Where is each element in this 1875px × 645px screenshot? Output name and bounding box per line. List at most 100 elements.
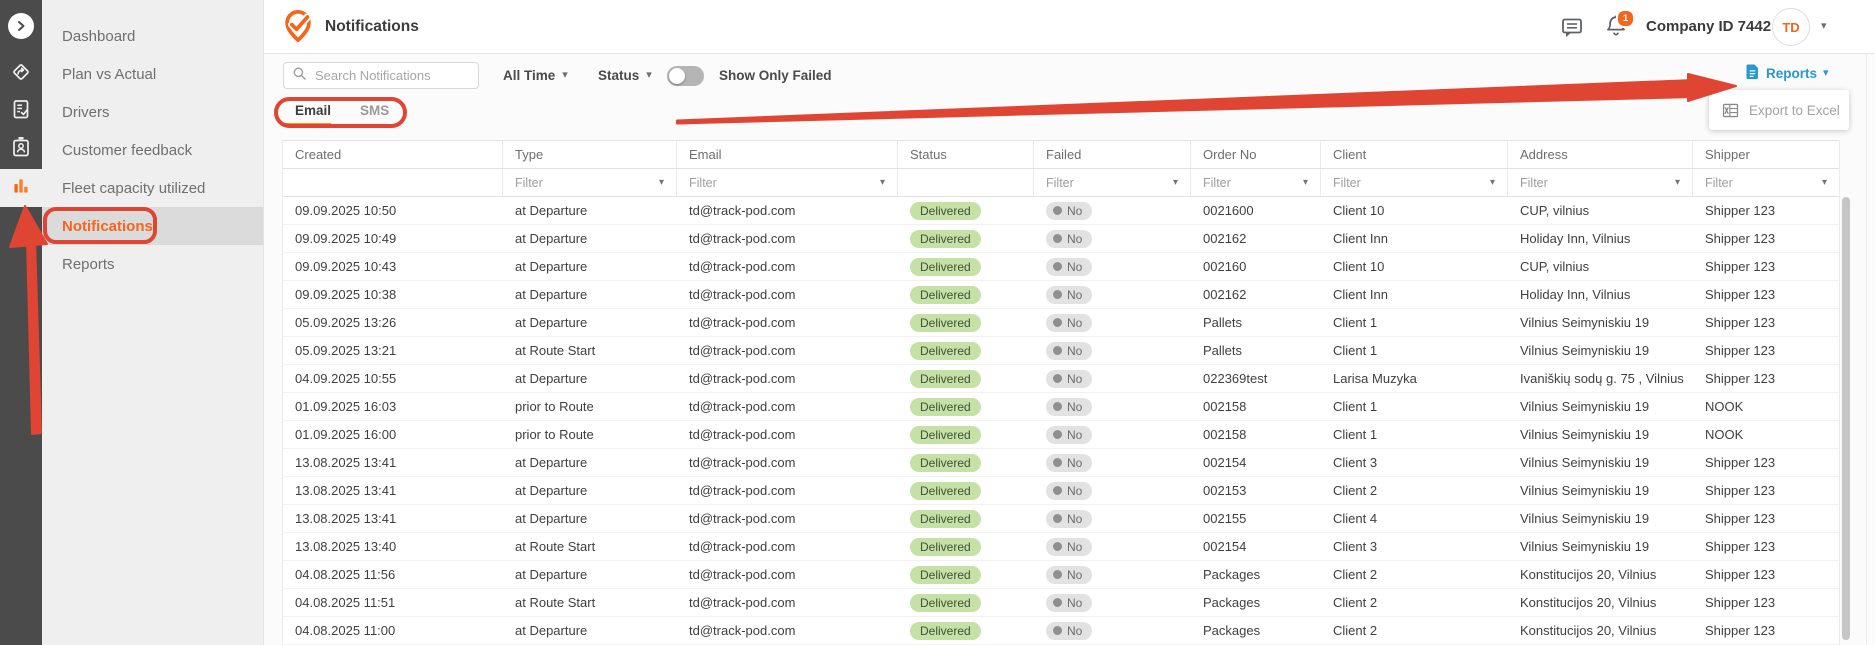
table-row[interactable]: 05.09.2025 13:26 at Departure td@track-p…	[283, 309, 1839, 337]
status-badge: Delivered	[910, 509, 981, 528]
table-row[interactable]: 09.09.2025 10:49 at Departure td@track-p…	[283, 225, 1839, 253]
column-filter: ▾	[283, 169, 503, 196]
notifications-page: Dashboard Plan vs Actual Drivers Custome…	[0, 0, 1875, 645]
cell-address: Vilnius Seimyniskiu 19	[1520, 399, 1650, 414]
cell-shipper: Shipper 123	[1705, 455, 1776, 470]
cell-status: Delivered	[898, 201, 1034, 220]
sidebar-item-reports[interactable]: Reports	[42, 245, 263, 283]
failed-badge: No	[1046, 481, 1093, 500]
column-filter[interactable]: Filter ▾	[677, 169, 898, 196]
cell-status: Delivered	[898, 229, 1034, 248]
sidebar-item-notifications[interactable]: Notifications	[42, 207, 263, 245]
cell-created: 13.08.2025 13:40	[295, 539, 397, 554]
table-row[interactable]: 05.09.2025 13:21 at Route Start td@track…	[283, 337, 1839, 365]
cell-created: 09.09.2025 10:38	[295, 287, 397, 302]
cell-created: 01.09.2025 16:03	[295, 399, 397, 414]
column-filter[interactable]: Filter ▾	[1321, 169, 1508, 196]
notifications-bell-button[interactable]: 1	[1604, 9, 1635, 40]
cell-type: at Departure	[515, 567, 588, 582]
cell-order-no: 002160	[1203, 259, 1247, 274]
cell-address: Holiday Inn, Vilnius	[1520, 287, 1631, 302]
status-badge: Delivered	[910, 257, 981, 276]
cell-client: Client Inn	[1333, 231, 1388, 246]
sidebar-item-drivers[interactable]: Drivers	[42, 93, 263, 131]
failed-badge: No	[1046, 453, 1093, 472]
cell-type: at Departure	[515, 315, 588, 330]
sidebar-item-fleet-capacity-utilized[interactable]: Fleet capacity utilized	[42, 169, 263, 207]
rail-item-analytics-active[interactable]	[0, 169, 42, 207]
column-header: Order No	[1191, 141, 1321, 168]
cell-email: td@track-pod.com	[689, 539, 796, 554]
table-row[interactable]: 13.08.2025 13:41 at Departure td@track-p…	[283, 505, 1839, 533]
rail-item-orders[interactable]	[0, 92, 42, 130]
rail-item-drivers[interactable]	[0, 130, 42, 168]
toggle-knob	[669, 68, 685, 84]
sidebar-item-dashboard[interactable]: Dashboard	[42, 17, 263, 55]
cell-shipper: Shipper 123	[1705, 231, 1776, 246]
column-filter: ▾	[898, 169, 1034, 196]
chat-button[interactable]	[1560, 15, 1584, 39]
cell-client: Client 1	[1333, 427, 1378, 442]
table-row[interactable]: 09.09.2025 10:50 at Departure td@track-p…	[283, 197, 1839, 225]
cell-email: td@track-pod.com	[689, 623, 796, 638]
tab-sms[interactable]: SMS	[360, 98, 389, 122]
cell-status: Delivered	[898, 285, 1034, 304]
rail-item-routes[interactable]	[0, 55, 42, 93]
cell-type: at Route Start	[515, 343, 596, 358]
cell-client: Client 10	[1333, 259, 1385, 274]
cell-order-no: 002158	[1203, 399, 1247, 414]
cell-client: Client 3	[1333, 455, 1378, 470]
table-row[interactable]: 13.08.2025 13:40 at Route Start td@track…	[283, 533, 1839, 561]
table-row[interactable]: 13.08.2025 13:41 at Departure td@track-p…	[283, 477, 1839, 505]
column-filter[interactable]: Filter ▾	[503, 169, 677, 196]
main-content: Notifications 1 Company ID 7442 TD ▾ Sea…	[263, 0, 1875, 645]
status-filter-dropdown[interactable]: Status ▾	[598, 62, 652, 89]
sidebar-item-plan-vs-actual[interactable]: Plan vs Actual	[42, 55, 263, 93]
table-row[interactable]: 01.09.2025 16:00 prior to Route td@track…	[283, 421, 1839, 449]
cell-address: Vilnius Seimyniskiu 19	[1520, 455, 1650, 470]
reports-menu-button[interactable]: Reports ▾	[1745, 60, 1829, 86]
table-row[interactable]: 04.08.2025 11:56 at Departure td@track-p…	[283, 561, 1839, 589]
table-row[interactable]: 09.09.2025 10:43 at Departure td@track-p…	[283, 253, 1839, 281]
show-only-failed-label: Show Only Failed	[719, 68, 832, 83]
column-filter[interactable]: Filter ▾	[1034, 169, 1191, 196]
search-input[interactable]	[313, 67, 470, 84]
show-only-failed-toggle[interactable]	[667, 66, 704, 86]
cell-type: at Departure	[515, 371, 588, 386]
analytics-sidebar: Dashboard Plan vs Actual Drivers Custome…	[42, 0, 264, 645]
cell-shipper: Shipper 123	[1705, 567, 1776, 582]
cell-type: at Route Start	[515, 595, 596, 610]
status-badge: Delivered	[910, 565, 981, 584]
column-filter[interactable]: Filter ▾	[1693, 169, 1839, 196]
user-avatar[interactable]: TD	[1772, 8, 1810, 46]
cell-address: Vilnius Seimyniskiu 19	[1520, 511, 1650, 526]
tab-email[interactable]: Email	[295, 98, 331, 122]
table-row[interactable]: 04.09.2025 10:55 at Departure td@track-p…	[283, 365, 1839, 393]
account-caret-down-icon[interactable]: ▾	[1821, 21, 1827, 32]
cell-email: td@track-pod.com	[689, 259, 796, 274]
cell-status: Delivered	[898, 537, 1034, 556]
cell-type: at Departure	[515, 483, 588, 498]
sidebar-item-customer-feedback[interactable]: Customer feedback	[42, 131, 263, 169]
table-row[interactable]: 04.08.2025 11:00 at Departure td@track-p…	[283, 617, 1839, 645]
search-notifications-box	[283, 62, 479, 89]
cell-shipper: Shipper 123	[1705, 623, 1776, 638]
table-row[interactable]: 01.09.2025 16:03 prior to Route td@track…	[283, 393, 1839, 421]
column-filter[interactable]: Filter ▾	[1191, 169, 1321, 196]
time-filter-dropdown[interactable]: All Time ▾	[503, 62, 568, 89]
vertical-scrollbar[interactable]	[1842, 197, 1850, 640]
dot-icon	[1053, 570, 1062, 579]
table-row[interactable]: 09.09.2025 10:38 at Departure td@track-p…	[283, 281, 1839, 309]
column-header: Failed	[1034, 141, 1191, 168]
sidebar-expand-button[interactable]	[0, 7, 42, 45]
cell-status: Delivered	[898, 425, 1034, 444]
cell-shipper: Shipper 123	[1705, 203, 1776, 218]
table-row[interactable]: 04.08.2025 11:51 at Route Start td@track…	[283, 589, 1839, 617]
table-row[interactable]: 13.08.2025 13:41 at Departure td@track-p…	[283, 449, 1839, 477]
cell-failed: No	[1034, 565, 1191, 584]
export-to-excel-item[interactable]: Export to Excel	[1749, 103, 1840, 118]
column-filter[interactable]: Filter ▾	[1508, 169, 1693, 196]
notifications-table: Created Type Email Status Failed Order N…	[282, 140, 1840, 645]
cell-created: 13.08.2025 13:41	[295, 483, 397, 498]
excel-icon	[1722, 102, 1739, 119]
